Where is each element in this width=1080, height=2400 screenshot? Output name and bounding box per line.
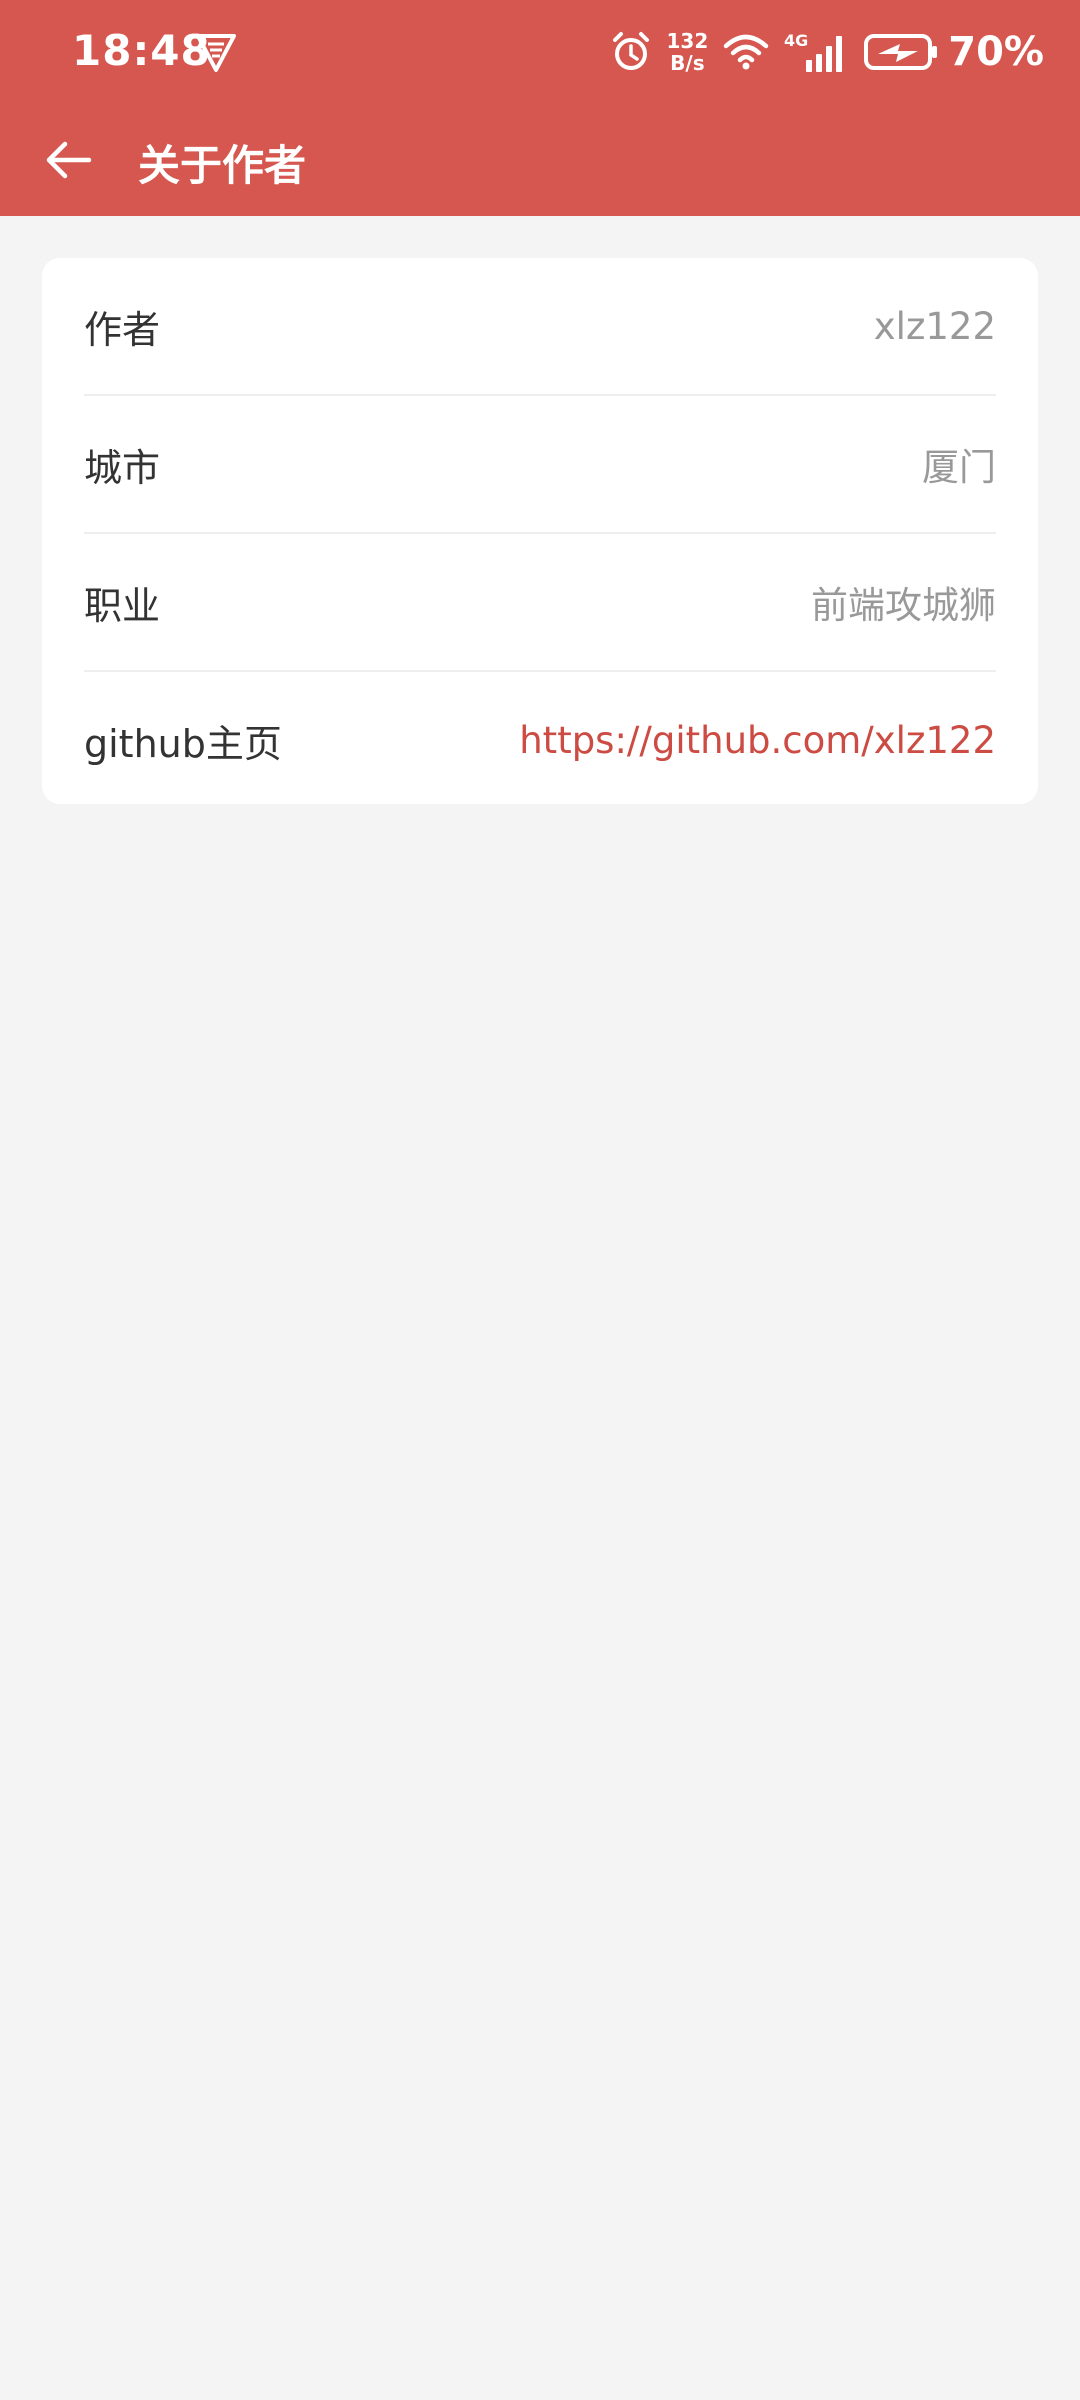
info-row-value: xlz122 bbox=[873, 304, 996, 348]
cellular-signal-icon: 4G bbox=[784, 31, 843, 72]
info-row-label: 城市 bbox=[84, 445, 161, 490]
info-row-city: 城市 厦门 bbox=[84, 396, 996, 532]
status-bar: 18:48 132 B/s 4G 70% bbox=[0, 0, 1080, 104]
status-icons: 132 B/s 4G 70% bbox=[595, 24, 1044, 80]
info-row-occupation: 职业 前端攻城狮 bbox=[84, 534, 996, 670]
author-info-card: 作者 xlz122 城市 厦门 职业 前端攻城狮 github主页 https:… bbox=[42, 258, 1038, 804]
info-row-value: 厦门 bbox=[922, 446, 996, 489]
info-row-author: 作者 xlz122 bbox=[84, 258, 996, 394]
net-speed: 132 B/s bbox=[667, 30, 709, 74]
status-time: 18:48 bbox=[72, 26, 211, 75]
net-speed-value: 132 bbox=[666, 29, 709, 53]
info-row-github: github主页 https://github.com/xlz122 bbox=[84, 672, 996, 808]
net-speed-unit: B/s bbox=[670, 51, 705, 75]
info-row-label: 作者 bbox=[84, 307, 161, 352]
wifi-icon bbox=[724, 34, 769, 70]
vpn-shield-icon bbox=[196, 34, 236, 72]
arrow-left-icon bbox=[46, 141, 92, 179]
info-row-value: 前端攻城狮 bbox=[811, 584, 996, 627]
info-row-label: github主页 bbox=[84, 721, 282, 766]
info-row-label: 职业 bbox=[84, 583, 161, 628]
alarm-icon bbox=[612, 32, 649, 70]
page-title: 关于作者 bbox=[138, 141, 307, 190]
app-bar: 关于作者 bbox=[0, 104, 1080, 216]
github-link[interactable]: https://github.com/xlz122 bbox=[519, 719, 996, 762]
battery-charging-icon bbox=[864, 34, 938, 70]
network-type-label: 4G bbox=[784, 31, 808, 50]
battery-percent: 70% bbox=[948, 29, 1044, 75]
back-button[interactable] bbox=[30, 124, 106, 196]
